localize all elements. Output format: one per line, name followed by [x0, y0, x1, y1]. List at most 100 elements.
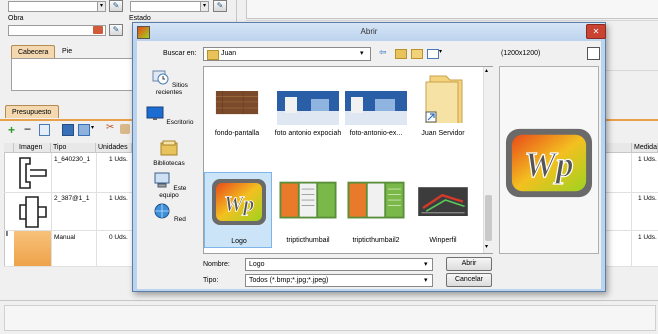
- view-icon[interactable]: [78, 124, 90, 136]
- col-header-tipo-label: Tipo: [53, 144, 67, 151]
- preview-logo-image: Wp: [505, 128, 593, 198]
- place-computer[interactable]: Este equipo: [143, 172, 195, 199]
- scroll-down-icon[interactable]: ▾: [485, 243, 488, 250]
- obra-edit-button[interactable]: ✎: [109, 24, 123, 36]
- tab-presupuesto-label: Presupuesto: [12, 109, 52, 116]
- image-3d-thumbnail: [418, 187, 468, 216]
- col-header-medida[interactable]: Medida: [632, 143, 658, 153]
- back-arrow-icon[interactable]: ⇦: [379, 47, 387, 58]
- desktop-icon: [146, 106, 164, 120]
- col-header-tipo[interactable]: Tipo: [51, 143, 96, 153]
- top-left-edit-button[interactable]: ✎: [109, 0, 123, 12]
- tab-cabecera[interactable]: Cabecera: [11, 45, 56, 58]
- top-middle-dropdown-arrow[interactable]: ▾: [200, 1, 209, 12]
- col-header-right-blank: [606, 143, 632, 153]
- estado-label: Estado: [129, 15, 151, 22]
- view-menu-icon[interactable]: [427, 49, 439, 59]
- extra-icon[interactable]: [120, 124, 130, 134]
- tipo-label: Tipo:: [203, 277, 219, 284]
- new-folder-icon[interactable]: [411, 49, 423, 59]
- nombre-input[interactable]: Logo ▾: [245, 258, 433, 271]
- abrir-button[interactable]: Abrir: [446, 257, 492, 271]
- row-1-unidades: 1 Uds.: [109, 156, 128, 163]
- top-middle-edit-button[interactable]: ✎: [213, 0, 227, 12]
- folder-icon: [207, 50, 219, 60]
- image-wood-thumbnail: [215, 91, 259, 115]
- dialog-body: Buscar en: Juan ▾ ⇦ ▾ (1200x1200) Sitios…: [137, 41, 601, 289]
- col-header-unidades[interactable]: Unidades: [96, 143, 132, 153]
- chevron-down-icon[interactable]: ▾: [360, 49, 364, 57]
- grid-toolbar: + − ▾ ✂: [0, 121, 132, 139]
- folder-combo[interactable]: Juan ▾: [203, 47, 371, 61]
- file-list-scrollbar[interactable]: ▴ ▾: [483, 67, 493, 253]
- image-triptic-thumbnail: [347, 181, 405, 219]
- profile-thumbnail-1: [19, 157, 47, 189]
- up-folder-icon[interactable]: [395, 49, 407, 59]
- tab-presupuesto[interactable]: Presupuesto: [5, 105, 59, 118]
- row-3-tipo: Manual: [54, 234, 76, 241]
- place-libraries-label: Bibliotecas: [153, 160, 185, 167]
- preview-toggle-icon[interactable]: [587, 47, 600, 60]
- close-button[interactable]: ✕: [586, 24, 606, 39]
- file-item-label: tripticthumbail: [286, 237, 330, 244]
- place-libraries[interactable]: Bibliotecas: [143, 140, 195, 167]
- file-item-label: foto antonio expociah: [274, 130, 342, 137]
- file-item-label: Winperfil: [429, 237, 457, 244]
- file-item-label: foto-antonio-ex...: [349, 130, 403, 137]
- image-triptic-thumbnail: [279, 181, 337, 219]
- close-icon: ✕: [592, 27, 600, 36]
- preview-logo-text: Wp: [524, 144, 573, 184]
- col-header-medida-label: Medida: [634, 144, 657, 151]
- file-item-label: Juan Servidor: [421, 130, 465, 137]
- row-3-unidades: 0 Uds.: [109, 234, 128, 241]
- cancelar-button[interactable]: Cancelar: [446, 273, 492, 287]
- dialog-title: Abrir: [360, 27, 378, 36]
- scroll-up-icon[interactable]: ▴: [485, 67, 488, 74]
- view-dropdown-icon[interactable]: ▾: [91, 124, 94, 131]
- image-icon[interactable]: [62, 124, 74, 136]
- row-1-tipo: 1_640230_1: [54, 156, 91, 163]
- tipo-select[interactable]: Todos (*.bmp;*.jpg;*.jpeg) ▾: [245, 274, 433, 287]
- row-3-medida: 1 Uds.: [638, 234, 657, 241]
- tools-icon[interactable]: ✂: [106, 122, 114, 133]
- obra-picker-icon[interactable]: [93, 26, 103, 34]
- place-network-label: Red: [173, 216, 186, 223]
- row-2-medida: 1 Uds.: [638, 195, 657, 202]
- tab-pie[interactable]: Pie: [56, 45, 78, 58]
- col-header-imagen-label: Imagen: [19, 144, 43, 151]
- tab-pie-label: Pie: [62, 48, 73, 55]
- remove-icon[interactable]: −: [24, 122, 31, 136]
- top-left-field[interactable]: [8, 1, 104, 12]
- col-header-blank: [4, 143, 14, 153]
- dialog-title-bar[interactable]: Abrir ✕: [133, 23, 606, 41]
- status-bar-panel: [4, 305, 656, 331]
- image-photo-thumbnail: [345, 91, 407, 125]
- nombre-label: Nombre:: [203, 261, 230, 268]
- place-recent[interactable]: Sitios recientes: [143, 69, 195, 96]
- image-logo-thumbnail: Wp: [212, 179, 266, 225]
- view-menu-chevron-icon[interactable]: ▾: [439, 48, 442, 55]
- obra-label: Obra: [8, 15, 24, 22]
- obra-field[interactable]: [8, 25, 106, 36]
- file-item-label: fondo-pantalla: [214, 130, 260, 137]
- nombre-chevron-down-icon[interactable]: ▾: [424, 260, 428, 268]
- top-left-dropdown-arrow[interactable]: ▾: [97, 1, 106, 12]
- tipo-chevron-down-icon[interactable]: ▾: [424, 276, 428, 284]
- top-middle-field[interactable]: [130, 1, 205, 12]
- nombre-input-value: Logo: [249, 261, 265, 268]
- scrollbar-thumb[interactable]: [485, 195, 492, 241]
- col-header-unidades-label: Unidades: [98, 144, 128, 151]
- profile-thumbnail-2: [19, 196, 47, 228]
- manual-color-swatch: [14, 231, 51, 266]
- file-item-label: tripticthumbail2: [352, 237, 400, 244]
- col-header-imagen[interactable]: Imagen: [14, 143, 51, 153]
- place-network[interactable]: Red: [143, 203, 195, 223]
- file-item-selected[interactable]: Wp Logo: [204, 172, 272, 248]
- copy-icon[interactable]: [39, 124, 50, 136]
- folder-shortcut-icon: [425, 75, 463, 123]
- place-desktop[interactable]: Escritorio: [143, 106, 195, 126]
- computer-icon: [154, 172, 170, 188]
- add-icon[interactable]: +: [8, 123, 15, 137]
- top-right-panel: [246, 0, 658, 19]
- cabecera-text-area[interactable]: [11, 58, 133, 91]
